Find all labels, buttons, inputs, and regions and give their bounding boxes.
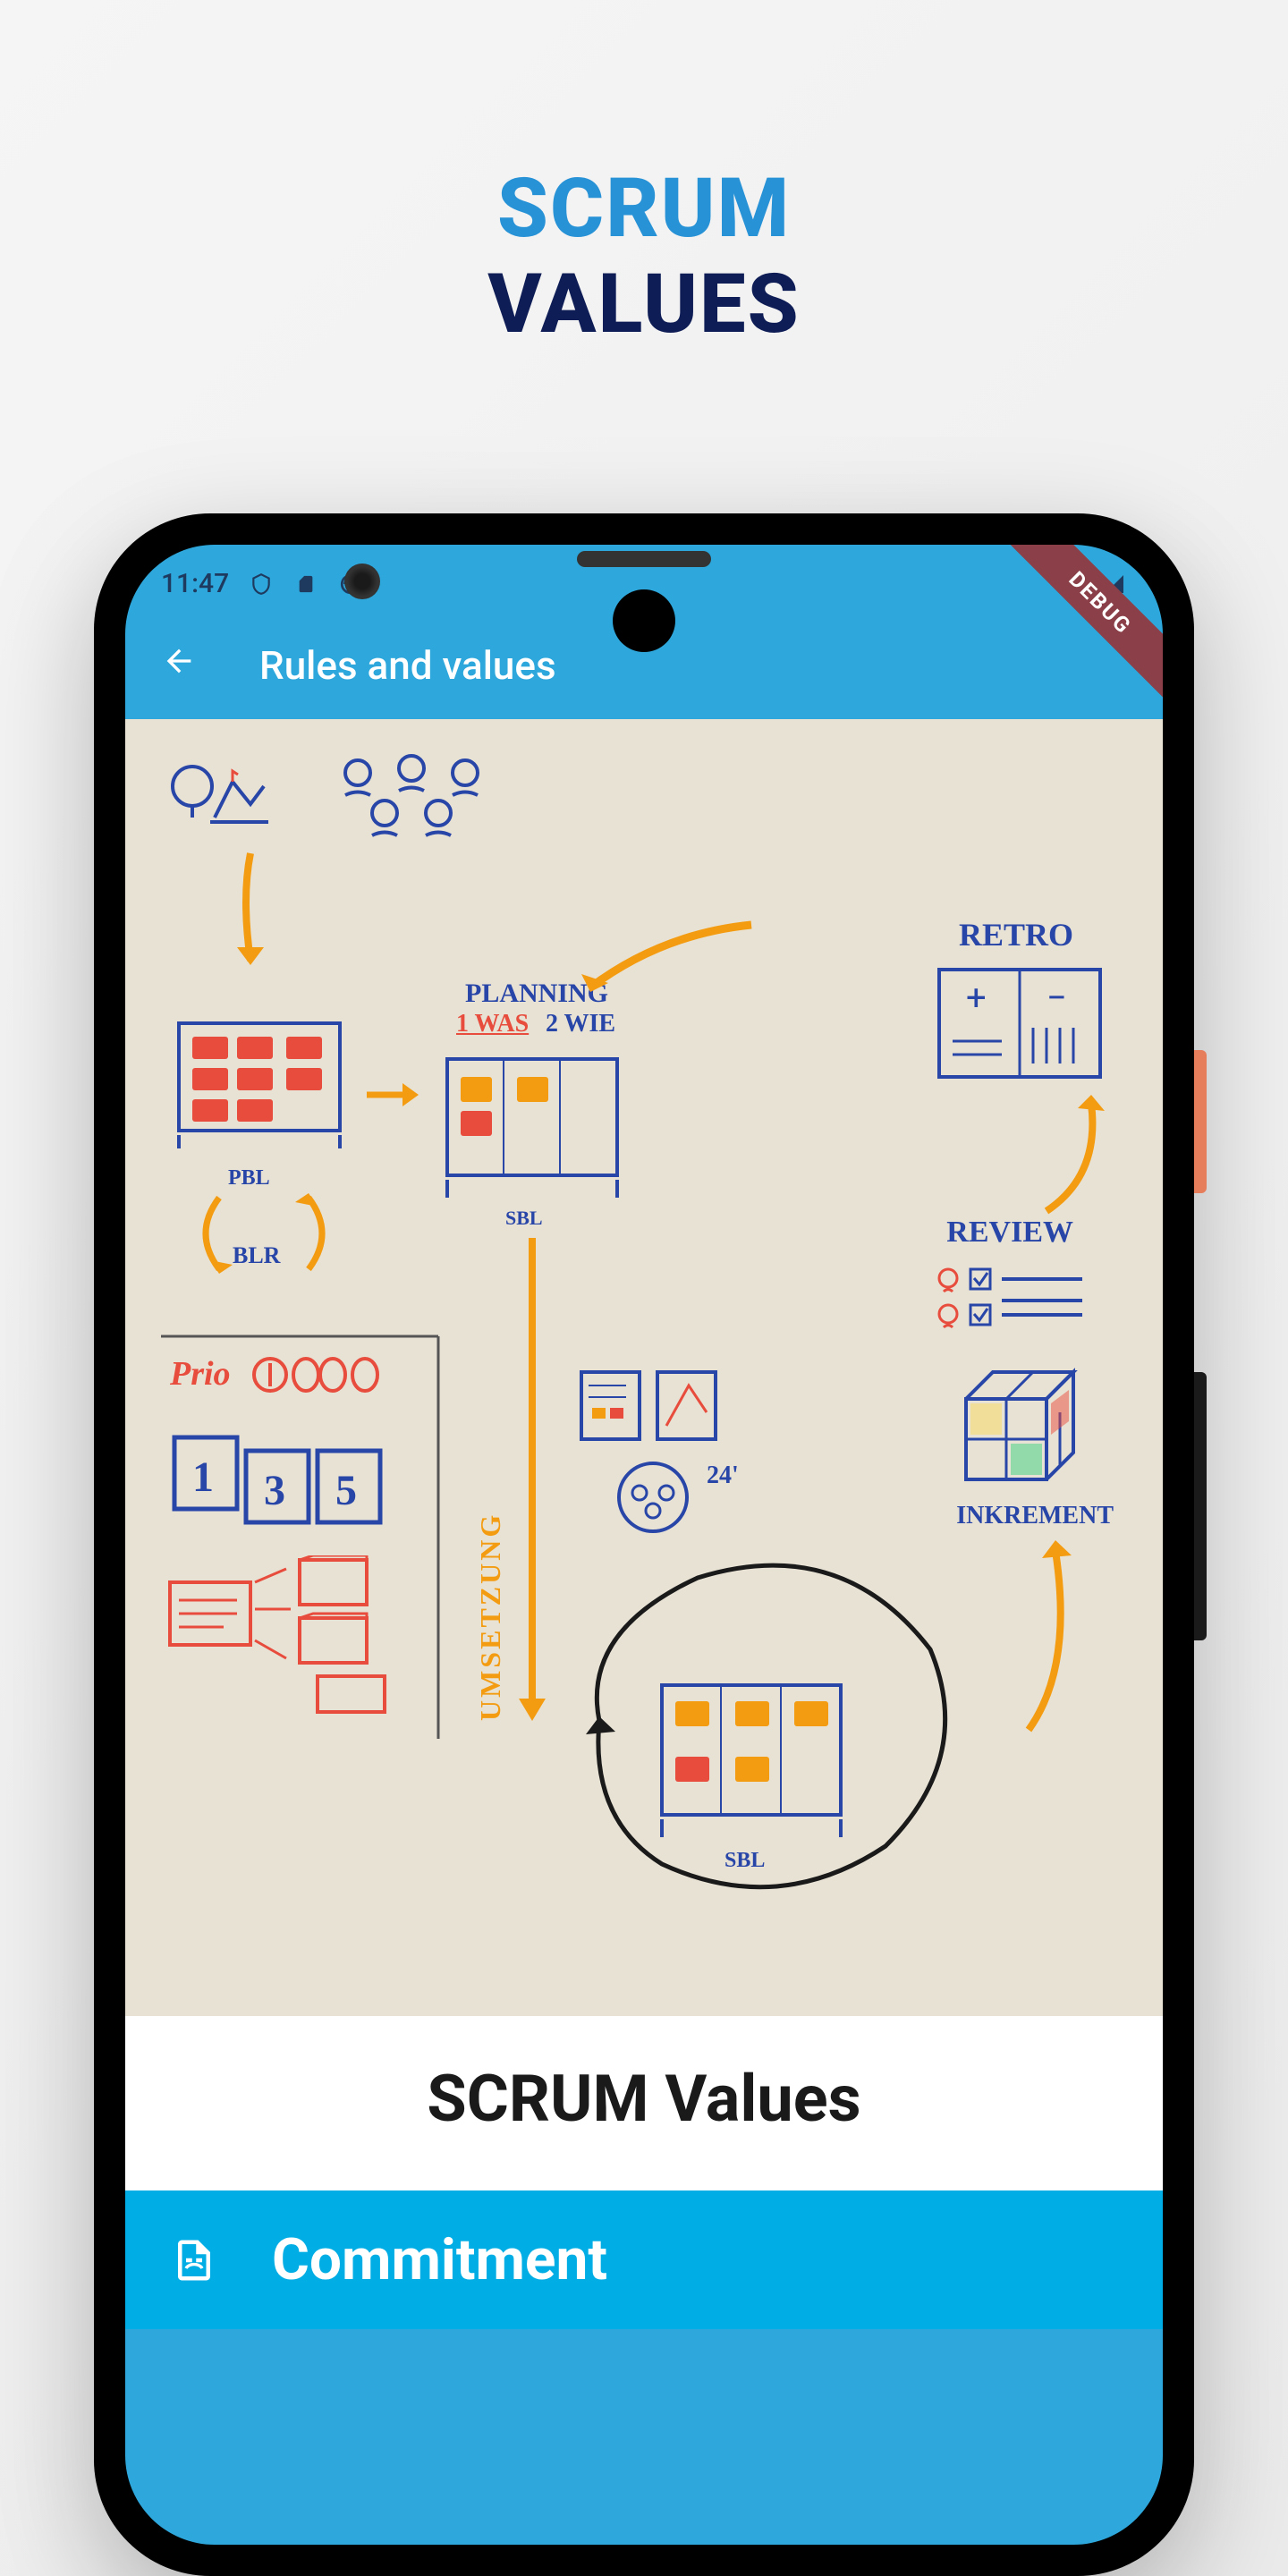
curved-arrow-icon — [572, 916, 769, 1014]
section-title: SCRUM Values — [161, 2061, 1127, 2137]
document-icon — [170, 2236, 218, 2284]
title-line2: VALUES — [487, 257, 800, 352]
app-bar-title: Rules and values — [259, 642, 556, 689]
phone-mockup: DEBUG 11:47 — [94, 513, 1194, 2576]
phone-screen: DEBUG 11:47 — [125, 545, 1163, 2545]
svg-text:+: + — [966, 977, 987, 1019]
arrow-up-curve-icon — [1020, 1086, 1127, 1220]
num1-label: 1 — [192, 1453, 214, 1502]
sbl2-label: SBL — [724, 1849, 765, 1873]
review-checklist-icon — [930, 1256, 1100, 1345]
sbl-board-icon — [438, 1050, 626, 1202]
page-title: SCRUM VALUES — [487, 161, 800, 352]
time24-label: 24' — [707, 1462, 739, 1490]
arrow-down-icon — [215, 844, 286, 979]
was-label: 1 WAS — [456, 1010, 529, 1038]
time-badge-icon — [572, 1363, 760, 1542]
title-line1: SCRUM — [487, 161, 800, 257]
inkrement-label: INKREMENT — [956, 1502, 1114, 1530]
people-group-icon — [322, 746, 501, 853]
phone-notch — [613, 589, 675, 652]
long-arrow-down-icon — [510, 1229, 555, 1730]
whiteboard-image: PLANNING 1 WAS 2 WIE RETRO + − — [125, 719, 1163, 2016]
cube-icon — [930, 1354, 1091, 1497]
lightbulb-icon — [161, 755, 268, 844]
pbl-board-icon — [170, 1014, 349, 1157]
num5-label: 5 — [335, 1466, 357, 1515]
arrow-right-icon — [358, 1072, 429, 1117]
phone-camera — [344, 564, 380, 599]
blr-label: BLR — [233, 1242, 280, 1269]
phone-volume-button — [1194, 1372, 1207, 1640]
shield-icon — [249, 572, 274, 597]
status-time: 11:47 — [161, 568, 229, 599]
sbl-board-bottom-icon — [653, 1676, 850, 1846]
prio-circles-icon — [250, 1352, 411, 1397]
prio-label: Prio — [170, 1354, 231, 1394]
status-bar-left: 11:47 — [161, 568, 363, 599]
phone-speaker — [577, 551, 711, 567]
arrow-up-icon — [1002, 1533, 1100, 1739]
value-label: Commitment — [272, 2226, 607, 2293]
sd-card-icon — [293, 572, 318, 597]
num3-label: 3 — [264, 1466, 285, 1515]
circular-arrows-icon — [174, 1171, 353, 1296]
retro-box-icon: + − — [930, 961, 1109, 1086]
svg-text:−: − — [1046, 977, 1067, 1019]
value-item[interactable]: Commitment — [125, 2190, 1163, 2329]
phone-power-button — [1194, 1050, 1207, 1193]
retro-label: RETRO — [959, 916, 1073, 953]
back-button[interactable] — [152, 633, 206, 698]
sbl-label: SBL — [505, 1207, 543, 1230]
umsetzung-label: UMSETZUNG — [474, 1513, 507, 1721]
red-notes-icon — [161, 1555, 429, 1716]
content-section: SCRUM Values — [125, 2016, 1163, 2190]
review-label: REVIEW — [946, 1216, 1073, 1250]
